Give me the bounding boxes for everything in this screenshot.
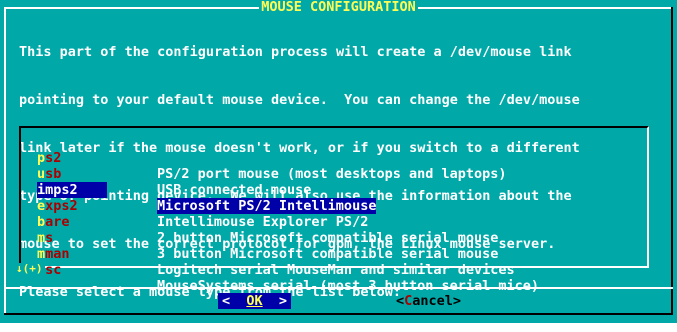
ok-label: OK xyxy=(246,293,263,309)
cancel-label: ancel xyxy=(412,293,453,309)
cancel-button[interactable]: <Cancel> xyxy=(396,293,461,309)
ok-right-bracket: > xyxy=(262,293,288,309)
frame-right-border xyxy=(671,7,673,315)
list-item-imps2[interactable]: imps2 Microsoft PS/2 Intellimouse xyxy=(31,166,637,214)
list-item-usb[interactable]: usb USB connected mouse xyxy=(31,150,637,198)
mouse-configuration-dialog: MOUSE CONFIGURATION This part of the con… xyxy=(0,0,677,323)
list-item-msc[interactable]: msc MouseSystems serial (most 3 button s… xyxy=(31,246,637,294)
ok-button[interactable]: < OK > xyxy=(218,293,291,309)
mouse-type-list[interactable]: ps2 PS/2 port mouse (most desktops and l… xyxy=(19,126,649,294)
button-separator xyxy=(4,287,673,289)
list-item-bare[interactable]: bare 2 button Microsoft compatible seria… xyxy=(31,198,637,246)
list-item-ps2[interactable]: ps2 PS/2 port mouse (most desktops and l… xyxy=(31,134,637,182)
list-item-ms[interactable]: ms 3 button Microsoft compatible serial … xyxy=(31,214,637,262)
ok-left-bracket: < xyxy=(221,293,247,309)
list-item-description: MouseSystems serial (most 3 button seria… xyxy=(157,278,540,294)
list-item-description: Logitech serial MouseMan and similar dev… xyxy=(157,262,515,278)
cancel-right-bracket: > xyxy=(452,293,462,309)
cancel-left-bracket: < xyxy=(396,293,405,309)
list-item-exps2[interactable]: exps2 Intellimouse Explorer PS/2 xyxy=(31,182,637,230)
list-item-mman[interactable]: mman Logitech serial MouseMan and simila… xyxy=(31,230,637,278)
scroll-down-indicator[interactable]: ↓(+) xyxy=(14,263,45,275)
frame-left-border xyxy=(4,7,6,315)
list-items: ps2 PS/2 port mouse (most desktops and l… xyxy=(31,134,637,294)
intro-line: This part of the configuration process w… xyxy=(19,44,572,60)
intro-line: pointing to your default mouse device. Y… xyxy=(19,92,580,108)
tag-rest: sc xyxy=(45,262,62,278)
list-item-tag: msc xyxy=(37,262,107,278)
